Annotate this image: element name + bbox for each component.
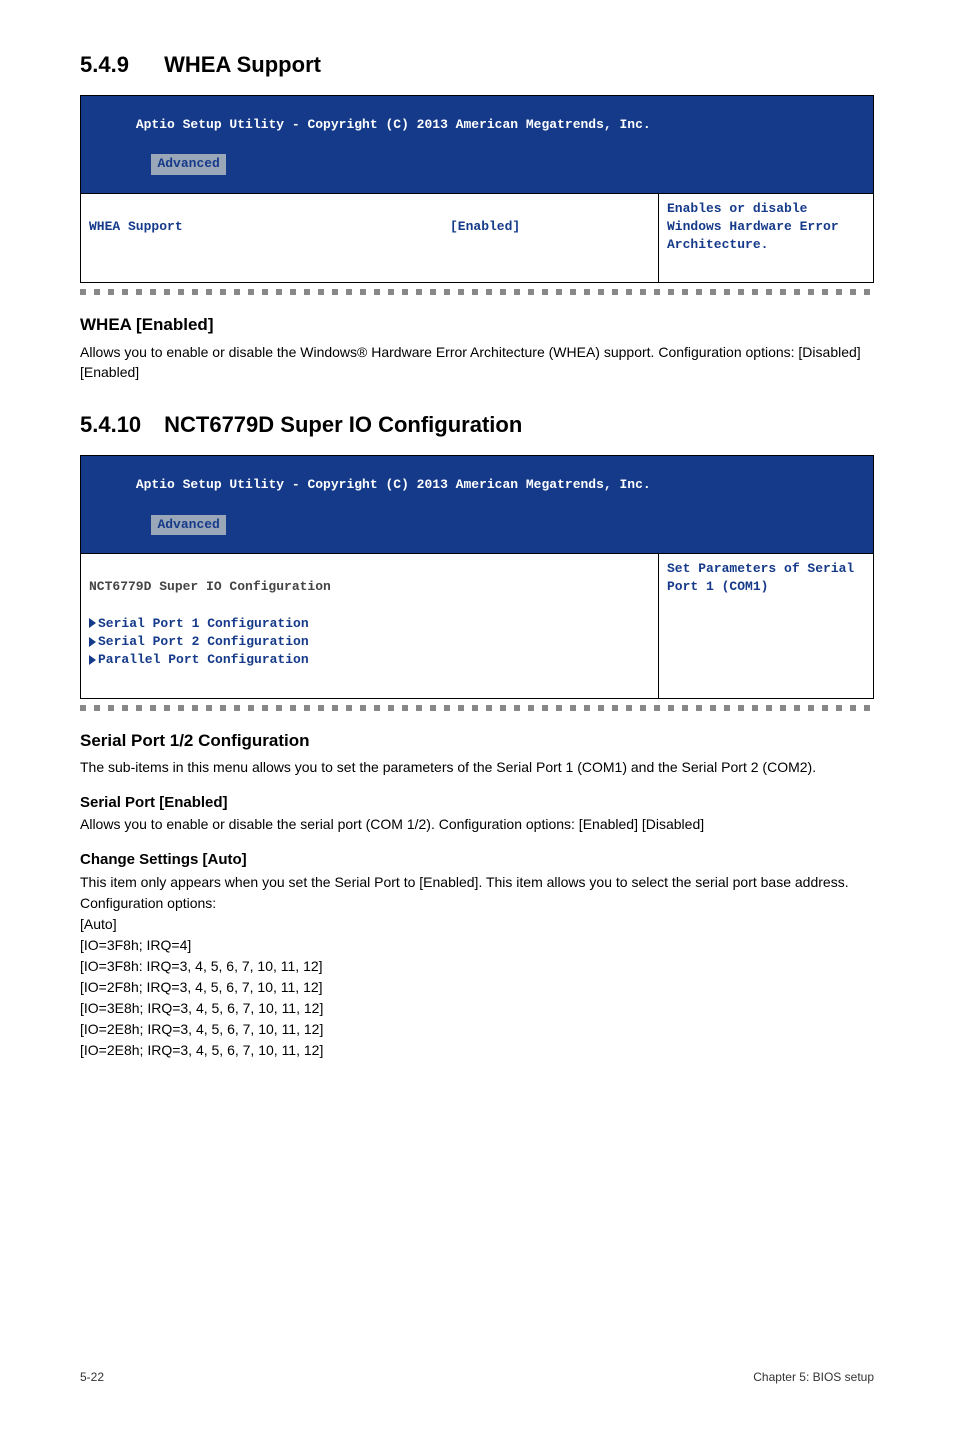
whea-paragraph: Allows you to enable or disable the Wind… — [80, 343, 874, 382]
change-settings-block: This item only appears when you set the … — [80, 872, 874, 1061]
section-title: NCT6779D Super IO Configuration — [164, 412, 522, 437]
section-title: WHEA Support — [164, 52, 321, 77]
whea-subheading: WHEA [Enabled] — [80, 313, 874, 337]
footer-chapter: Chapter 5: BIOS setup — [753, 1369, 874, 1386]
bios-tab-advanced: Advanced — [151, 154, 225, 174]
section-heading-whea: 5.4.9 WHEA Support — [80, 50, 874, 81]
serial-port-heading: Serial Port [Enabled] — [80, 792, 874, 813]
bios-left-heading: NCT6779D Super IO Configuration — [89, 579, 331, 594]
bios-item-value: [Enabled] — [450, 218, 650, 236]
config-option: [IO=3F8h: IRQ=3, 4, 5, 6, 7, 10, 11, 12] — [80, 958, 323, 974]
bios-help-pane: Enables or disable Windows Hardware Erro… — [658, 194, 873, 283]
config-option: [IO=3E8h; IRQ=3, 4, 5, 6, 7, 10, 11, 12] — [80, 1000, 323, 1016]
submenu-arrow-icon — [89, 618, 96, 628]
serial-port-paragraph: Allows you to enable or disable the seri… — [80, 815, 874, 835]
bios-body: WHEA Support[Enabled] Enables or disable… — [81, 193, 873, 283]
change-settings-intro: This item only appears when you set the … — [80, 874, 849, 911]
config-option: [IO=2F8h; IRQ=3, 4, 5, 6, 7, 10, 11, 12] — [80, 979, 323, 995]
section-number: 5.4.9 — [80, 50, 158, 81]
footer-page-number: 5-22 — [80, 1369, 104, 1386]
section-number: 5.4.10 — [80, 410, 158, 441]
bios-submenu-item: Serial Port 1 Configuration — [98, 616, 309, 631]
bios-help-pane: Set Parameters of Serial Port 1 (COM1) — [658, 554, 873, 697]
page-footer: 5-22 Chapter 5: BIOS setup — [80, 1361, 874, 1386]
config-option: [IO=2E8h; IRQ=3, 4, 5, 6, 7, 10, 11, 12] — [80, 1042, 323, 1058]
bios-tab-advanced: Advanced — [151, 515, 225, 535]
whea-description: WHEA [Enabled] Allows you to enable or d… — [80, 313, 874, 382]
config-option: [IO=3F8h; IRQ=4] — [80, 937, 191, 953]
bios-panel-whea: Aptio Setup Utility - Copyright (C) 2013… — [80, 95, 874, 284]
bios-left-pane: WHEA Support[Enabled] — [81, 194, 658, 283]
bios-header-text: Aptio Setup Utility - Copyright (C) 2013… — [120, 117, 651, 132]
tear-edge-decor — [80, 289, 874, 295]
bios-left-pane: NCT6779D Super IO Configuration Serial P… — [81, 554, 658, 697]
bios-header: Aptio Setup Utility - Copyright (C) 2013… — [81, 456, 873, 553]
bios-submenu-item: Serial Port 2 Configuration — [98, 634, 309, 649]
tear-edge-decor — [80, 705, 874, 711]
change-settings-heading: Change Settings [Auto] — [80, 849, 874, 870]
submenu-arrow-icon — [89, 655, 96, 665]
bios-header: Aptio Setup Utility - Copyright (C) 2013… — [81, 96, 873, 193]
config-option: [Auto] — [80, 916, 117, 932]
bios-item-key: WHEA Support — [89, 218, 450, 236]
serial-subheading: Serial Port 1/2 Configuration — [80, 729, 874, 753]
serial-description: Serial Port 1/2 Configuration The sub-it… — [80, 729, 874, 1061]
submenu-arrow-icon — [89, 637, 96, 647]
bios-header-text: Aptio Setup Utility - Copyright (C) 2013… — [120, 477, 651, 492]
bios-body: NCT6779D Super IO Configuration Serial P… — [81, 553, 873, 697]
section-heading-nct: 5.4.10 NCT6779D Super IO Configuration — [80, 410, 874, 441]
bios-submenu-item: Parallel Port Configuration — [98, 652, 309, 667]
serial-intro-paragraph: The sub-items in this menu allows you to… — [80, 758, 874, 778]
config-option: [IO=2E8h; IRQ=3, 4, 5, 6, 7, 10, 11, 12] — [80, 1021, 323, 1037]
bios-panel-nct: Aptio Setup Utility - Copyright (C) 2013… — [80, 455, 874, 698]
